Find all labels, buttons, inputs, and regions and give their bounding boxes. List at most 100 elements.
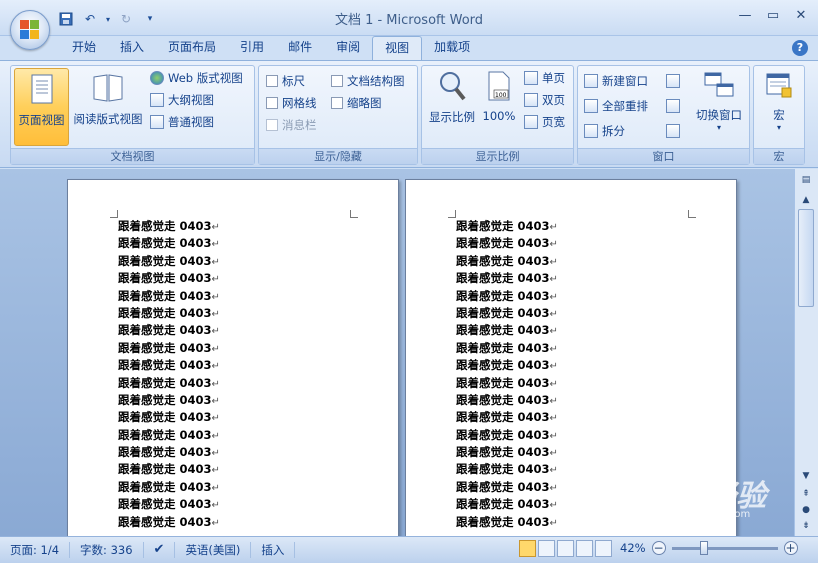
ruler-check-box[interactable] — [266, 75, 278, 87]
zoom-control: 42% − + — [620, 540, 798, 555]
draft-view-icon — [150, 115, 164, 129]
maximize-button[interactable]: ▭ — [760, 6, 786, 26]
text-line: 跟着感觉走 0403↵ — [118, 462, 220, 477]
reading-view-button[interactable]: 阅读版式视图 — [71, 68, 145, 146]
tab-view[interactable]: 视图 — [372, 36, 423, 60]
zoom-100-button[interactable]: 100 100% — [480, 68, 518, 128]
status-word-count[interactable]: 字数: 336 — [70, 542, 144, 558]
two-pages-icon — [524, 93, 538, 107]
zoom-in-button[interactable]: + — [783, 541, 798, 555]
page-1[interactable]: 跟着感觉走 0403↵ 跟着感觉走 0403↵ 跟着感觉走 0403↵ 跟着感觉… — [67, 179, 399, 536]
new-window-button[interactable]: 新建窗口 — [584, 72, 648, 90]
browse-object-button[interactable]: ● — [798, 503, 814, 517]
text-line: 跟着感觉走 0403↵ — [118, 410, 220, 425]
outline-view-button[interactable]: 大纲视图 — [150, 91, 214, 109]
split-button[interactable]: 拆分 — [584, 122, 625, 140]
page-width-label: 页宽 — [542, 115, 565, 129]
outline-view-icon[interactable] — [576, 540, 593, 557]
text-line: 跟着感觉走 0403↵ — [118, 253, 220, 268]
web-view-button[interactable]: Web 版式视图 — [150, 69, 243, 87]
macros-button[interactable]: 宏 ▾ — [757, 68, 801, 144]
draft-view-label: 普通视图 — [168, 115, 214, 129]
tab-addins[interactable]: 加载项 — [422, 36, 482, 60]
text-line: 跟着感觉走 0403↵ — [118, 219, 220, 233]
text-line: 跟着感觉走 0403↵ — [456, 219, 558, 233]
scroll-thumb[interactable] — [798, 209, 814, 307]
tab-page-layout[interactable]: 页面布局 — [156, 36, 228, 60]
full-screen-reading-view-icon[interactable] — [538, 540, 555, 557]
zoom-slider-thumb[interactable] — [699, 540, 708, 555]
tab-home[interactable]: 开始 — [60, 36, 108, 60]
two-pages-button[interactable]: 双页 — [524, 91, 565, 109]
zoom-slider[interactable] — [671, 540, 778, 555]
tab-review[interactable]: 审阅 — [324, 36, 372, 60]
status-page[interactable]: 页面: 1/4 — [0, 542, 71, 558]
split-icon — [584, 124, 598, 138]
ruler-toggle-icon[interactable]: ▤ — [798, 173, 814, 187]
text-line: 跟着感觉走 0403↵ — [456, 445, 558, 460]
tab-insert[interactable]: 插入 — [108, 36, 156, 60]
web-view-icon — [150, 71, 164, 85]
ribbon: 页面视图 阅读版式视图 Web 版式视图 大纲视图 普通视图 文档视图 标尺 网… — [0, 60, 818, 168]
switch-windows-button[interactable]: 切换窗口 ▾ — [690, 68, 748, 144]
scroll-up-button[interactable]: ▲ — [798, 193, 814, 207]
reset-window-button[interactable] — [666, 122, 680, 140]
proofing-icon[interactable]: ✔ — [144, 542, 176, 558]
message-bar-label: 消息栏 — [282, 118, 317, 132]
document-area[interactable]: 跟着感觉走 0403↵ 跟着感觉走 0403↵ 跟着感觉走 0403↵ 跟着感觉… — [0, 169, 794, 536]
zoom-level[interactable]: 42% — [620, 541, 646, 555]
tab-mailings[interactable]: 邮件 — [276, 36, 324, 60]
zoom-button[interactable]: 显示比例 — [425, 68, 479, 128]
page-100-icon: 100 — [488, 71, 510, 101]
page-view-button[interactable]: 页面视图 — [14, 68, 69, 146]
office-button[interactable] — [10, 10, 50, 50]
margin-corner-tl — [110, 210, 118, 218]
previous-page-button[interactable]: ⇞ — [798, 487, 814, 501]
group-label-show-hide: 显示/隐藏 — [259, 148, 417, 164]
gridlines-checkbox[interactable]: 网格线 — [266, 94, 317, 112]
one-page-button[interactable]: 单页 — [524, 69, 565, 87]
doc-map-checkbox[interactable]: 文档结构图 — [331, 72, 405, 90]
thumbnails-check-box[interactable] — [331, 97, 343, 109]
thumbnails-checkbox[interactable]: 缩略图 — [331, 94, 382, 112]
close-button[interactable]: ✕ — [788, 6, 814, 26]
ruler-checkbox[interactable]: 标尺 — [266, 72, 305, 90]
page-width-button[interactable]: 页宽 — [524, 113, 565, 131]
text-line: 跟着感觉走 0403↵ — [456, 271, 558, 286]
help-icon[interactable]: ? — [792, 40, 808, 56]
text-line: 跟着感觉走 0403↵ — [118, 236, 220, 251]
web-layout-view-icon[interactable] — [557, 540, 574, 557]
next-page-button[interactable]: ⇟ — [798, 519, 814, 533]
arrange-all-button[interactable]: 全部重排 — [584, 97, 648, 115]
two-pages-label: 双页 — [542, 93, 565, 107]
view-side-by-side-button[interactable] — [666, 72, 680, 90]
vertical-scrollbar[interactable]: ▤ ▲ ▼ ⇞ ● ⇟ — [794, 169, 818, 536]
text-line: 跟着感觉走 0403↵ — [118, 514, 220, 529]
status-language[interactable]: 英语(美国) — [175, 542, 252, 558]
arrange-all-label: 全部重排 — [602, 99, 648, 113]
macros-icon — [766, 73, 792, 98]
draft-view-button[interactable]: 普通视图 — [150, 113, 214, 131]
group-document-views: 页面视图 阅读版式视图 Web 版式视图 大纲视图 普通视图 文档视图 — [10, 65, 255, 165]
sync-scrolling-button[interactable] — [666, 97, 680, 115]
message-bar-checkbox[interactable]: 消息栏 — [266, 116, 317, 134]
group-window: 新建窗口 全部重排 拆分 切换窗口 ▾ 窗口 — [577, 65, 750, 165]
window-title: 文档 1 - Microsoft Word — [334, 13, 484, 28]
print-layout-view-icon[interactable] — [519, 540, 536, 557]
group-label-macros: 宏 — [754, 148, 804, 164]
draft-view-icon[interactable] — [595, 540, 612, 557]
page-view-label: 页面视图 — [18, 113, 65, 127]
text-line: 跟着感觉走 0403↵ — [456, 462, 558, 477]
arrange-all-icon — [584, 99, 598, 113]
tab-references[interactable]: 引用 — [228, 36, 276, 60]
gridlines-check-box[interactable] — [266, 97, 278, 109]
minimize-button[interactable]: — — [732, 6, 758, 26]
page-1-text: 跟着感觉走 0403↵ 跟着感觉走 0403↵ 跟着感觉走 0403↵ 跟着感觉… — [118, 218, 220, 531]
text-line: 跟着感觉走 0403↵ — [118, 288, 220, 303]
page-2-text: 跟着感觉走 0403↵ 跟着感觉走 0403↵ 跟着感觉走 0403↵ 跟着感觉… — [456, 218, 558, 531]
status-insert-mode[interactable]: 插入 — [251, 542, 296, 558]
doc-map-check-box[interactable] — [331, 75, 343, 87]
scroll-down-button[interactable]: ▼ — [798, 469, 814, 483]
zoom-out-button[interactable]: − — [651, 541, 666, 555]
message-bar-check-box[interactable] — [266, 119, 278, 131]
